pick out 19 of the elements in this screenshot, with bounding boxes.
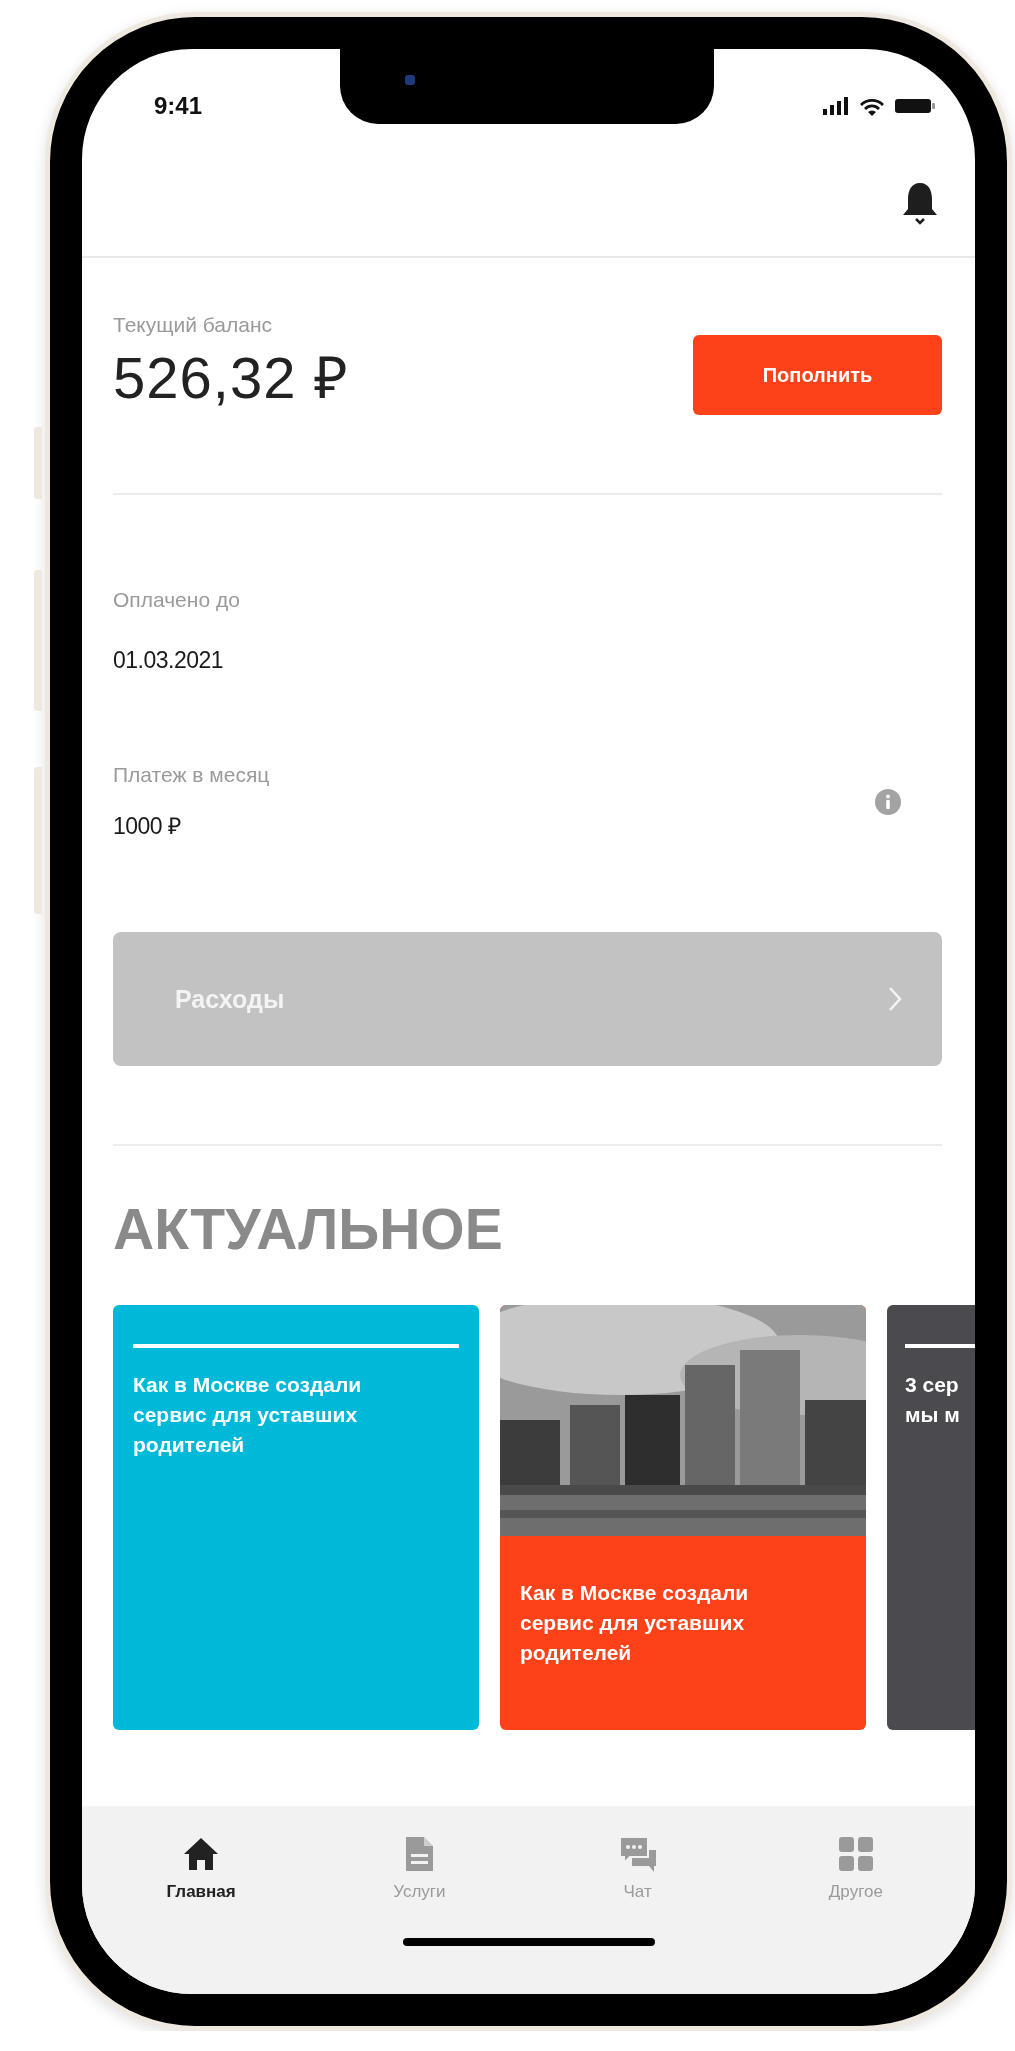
monthly-payment-label: Платеж в месяц bbox=[113, 763, 270, 787]
tab-bar-item[interactable]: Главная bbox=[92, 1834, 311, 1902]
paid-until-date: 01.03.2021 bbox=[113, 646, 225, 674]
status-time: 9:41 bbox=[154, 92, 203, 120]
paid-until-label: Оплачено до bbox=[113, 588, 241, 612]
news-card[interactable]: 3 сер мы м bbox=[887, 1305, 975, 1730]
balance-label: Текущий баланс bbox=[113, 313, 274, 337]
balance-amount: 526,32 ₽ bbox=[113, 345, 349, 411]
news-card[interactable]: Как в Москве создали сервис для уставших родителей bbox=[113, 1305, 479, 1730]
news-card[interactable]: Как в Москве создали сервис для уставших родителей bbox=[500, 1305, 866, 1730]
section-title: АКТУАЛЬНОЕ bbox=[113, 1196, 504, 1263]
tab-bar-item[interactable]: Услуги bbox=[310, 1834, 529, 1902]
monthly-payment-value: 1000 ₽ bbox=[113, 812, 182, 840]
news-card-title: 3 сер мы м bbox=[905, 1372, 961, 1428]
news-card-title: Как в Москве создали сервис для уставших родителей bbox=[520, 1580, 750, 1666]
top-up-button[interactable]: Пополнить bbox=[693, 335, 942, 415]
news-card-title: Как в Москве создали сервис для уставших родителей bbox=[133, 1372, 363, 1458]
tab-bar-item[interactable]: Чат bbox=[528, 1834, 747, 1902]
tab-bar-item[interactable]: Другое bbox=[746, 1834, 965, 1902]
